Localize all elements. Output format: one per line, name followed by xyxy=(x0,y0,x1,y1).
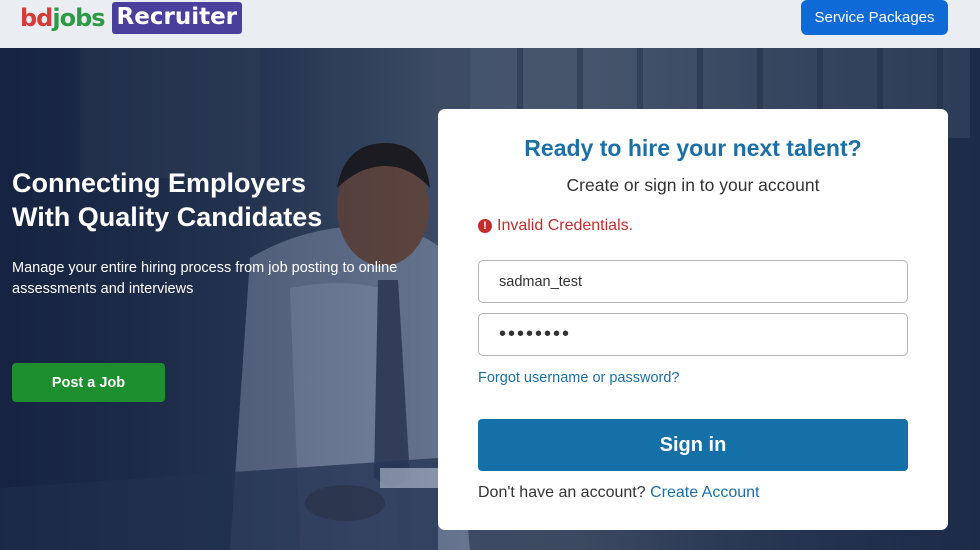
username-field[interactable] xyxy=(478,260,908,303)
no-account-text: Don't have an account? xyxy=(478,484,646,501)
create-account-link[interactable]: Create Account xyxy=(650,484,759,501)
bdjobs-recruiter-logo[interactable]: bdjobs Recruiter xyxy=(20,1,243,35)
bdjobs-wordmark: bdjobs xyxy=(20,4,106,32)
login-subtitle: Create or sign in to your account xyxy=(566,175,820,195)
sign-in-button[interactable]: Sign in xyxy=(478,419,908,471)
headline-line-1: Connecting Employers xyxy=(12,168,307,198)
top-navbar: bdjobs Recruiter Service Packages xyxy=(0,0,980,48)
post-a-job-button[interactable]: Post a Job xyxy=(12,363,165,402)
password-field[interactable] xyxy=(478,313,908,356)
login-card: Ready to hire your next talent? Create o… xyxy=(438,109,948,530)
error-alert-icon: ! xyxy=(478,219,492,233)
login-title: Ready to hire your next talent? xyxy=(524,135,862,161)
error-text: Invalid Credentials. xyxy=(497,217,634,234)
service-packages-button[interactable]: Service Packages xyxy=(801,0,948,35)
forgot-credentials-link[interactable]: Forgot username or password? xyxy=(478,370,680,386)
hero-headline: Connecting Employers With Quality Candid… xyxy=(12,166,412,234)
headline-line-2: With Quality Candidates xyxy=(12,202,323,232)
hero-subtext: Manage your entire hiring process from j… xyxy=(12,260,398,297)
no-account-prompt: Don't have an account? Create Account xyxy=(478,484,759,502)
recruiter-badge: Recruiter xyxy=(111,2,243,34)
error-message: ! Invalid Credentials. xyxy=(478,217,633,235)
